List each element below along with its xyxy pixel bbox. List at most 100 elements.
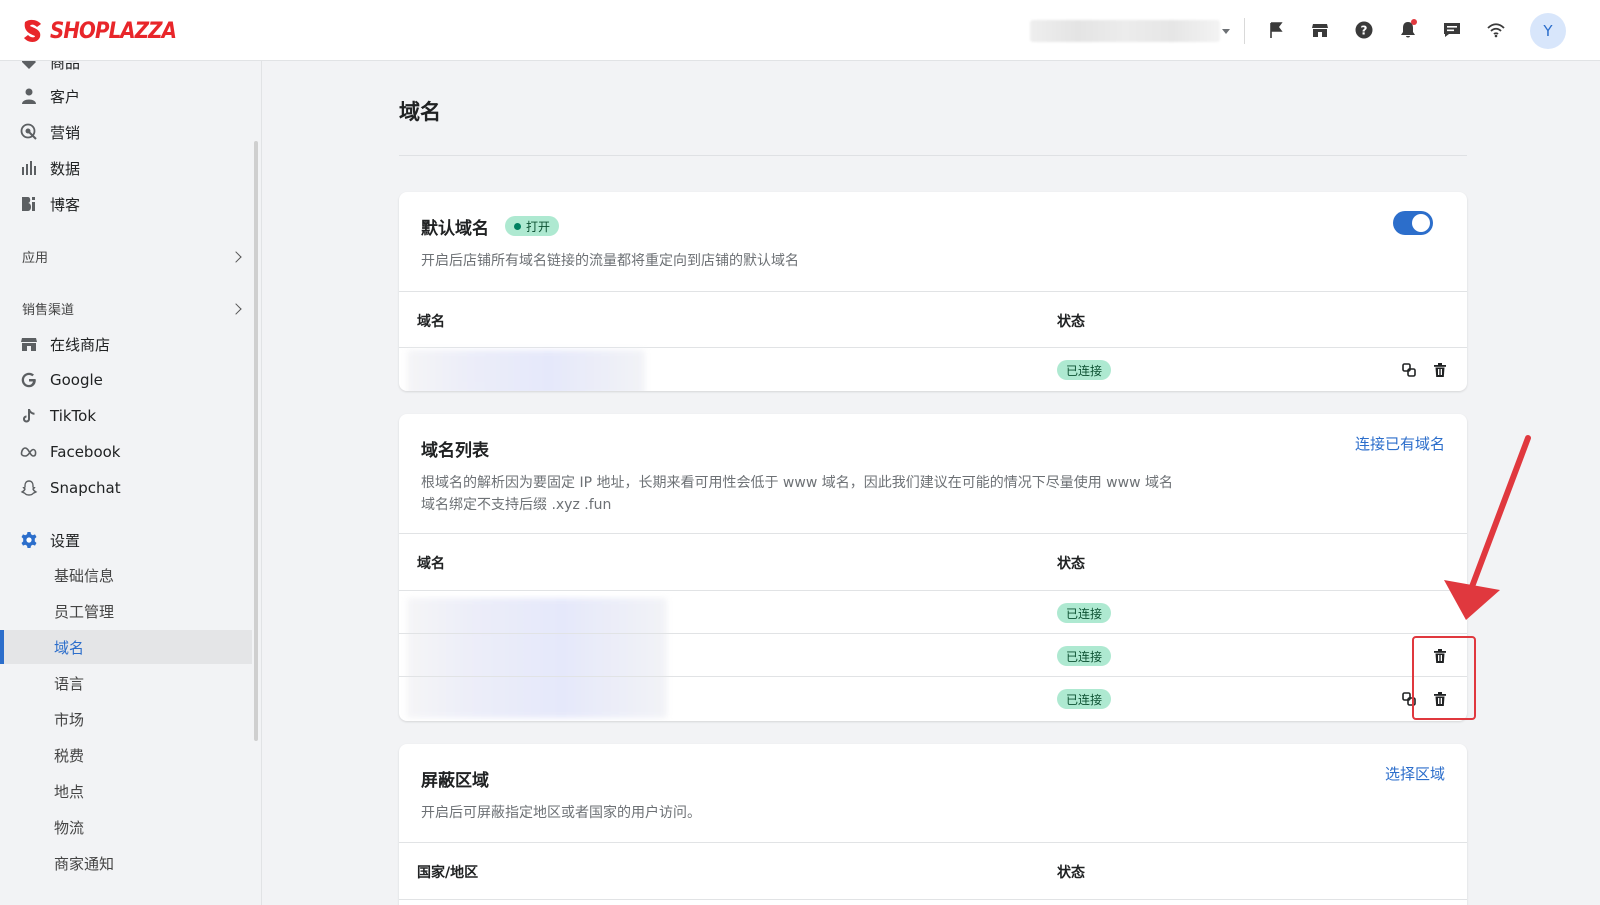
flag-icon[interactable]	[1260, 14, 1292, 46]
sidebar-subitem-locations[interactable]: 地点	[0, 774, 252, 808]
column-header-region: 国家/地区	[417, 865, 479, 881]
store-selector[interactable]	[1030, 18, 1230, 44]
sidebar-item-snapchat[interactable]: Snapchat	[20, 475, 121, 501]
sidebar-item-label: 地点	[54, 782, 85, 801]
sidebar-subitem-basic-info[interactable]: 基础信息	[0, 558, 252, 592]
store-name-redacted	[1030, 20, 1220, 42]
sidebar-item-label: 客户	[50, 87, 81, 106]
card-description-line1: 根域名的解析因为要固定 IP 地址，长期来看可用性会低于 www 域名，因此我们…	[421, 475, 1173, 491]
sidebar: 商品 客户 营销 数据 博客 应用 销售渠道 在线商店 Google TikTo…	[0, 61, 262, 905]
column-header-status: 状态	[1057, 865, 1085, 881]
sidebar-subitem-languages[interactable]: 语言	[0, 666, 252, 700]
sidebar-item-tiktok[interactable]: TikTok	[20, 403, 96, 429]
divider	[1244, 18, 1245, 44]
sidebar-item-blog[interactable]: 博客	[20, 191, 80, 217]
tag-icon	[22, 61, 36, 69]
chevron-right-icon	[230, 302, 242, 315]
store-icon[interactable]	[1304, 14, 1336, 46]
divider	[399, 633, 1467, 634]
chat-icon[interactable]	[1436, 14, 1468, 46]
top-bar: SHOPLAZZA ? Y	[0, 0, 1600, 61]
top-actions: ?	[1260, 14, 1512, 46]
sidebar-item-google[interactable]: Google	[20, 367, 103, 393]
sidebar-item-settings[interactable]: 设置	[20, 527, 80, 553]
default-domain-toggle[interactable]	[1393, 211, 1433, 235]
divider	[399, 347, 1467, 348]
status-badge: 打开	[505, 216, 560, 236]
blocked-regions-card: 屏蔽区域 选择区域 开启后可屏蔽指定地区或者国家的用户访问。 国家/地区 状态	[399, 744, 1467, 905]
card-description-line2: 域名绑定不支持后缀 .xyz .fun	[421, 497, 612, 513]
wifi-icon[interactable]	[1480, 14, 1512, 46]
sidebar-subitem-taxes[interactable]: 税费	[0, 738, 252, 772]
sidebar-item-label: 市场	[54, 710, 85, 729]
status-badge: 已连接	[1057, 689, 1112, 709]
sidebar-item-customers[interactable]: 客户	[20, 83, 80, 109]
sidebar-item-analytics[interactable]: 数据	[20, 155, 80, 181]
sidebar-item-products[interactable]: 商品	[20, 61, 80, 75]
page-title: 域名	[399, 100, 441, 124]
target-icon	[20, 123, 37, 140]
sidebar-item-label: 商家通知	[54, 854, 115, 873]
chevron-right-icon	[230, 250, 242, 263]
shoplazza-logo[interactable]: SHOPLAZZA	[22, 16, 190, 46]
help-icon[interactable]: ?	[1348, 14, 1380, 46]
meta-icon	[20, 447, 37, 457]
store-icon	[21, 338, 37, 351]
logo-text: SHOPLAZZA	[50, 18, 177, 44]
sidebar-item-label: 员工管理	[54, 602, 115, 621]
column-header-status: 状态	[1057, 556, 1085, 572]
sidebar-item-label: 营销	[50, 123, 81, 142]
ghost-icon	[20, 480, 38, 496]
domain-list-card: 域名列表 连接已有域名 根域名的解析因为要固定 IP 地址，长期来看可用性会低于…	[399, 414, 1467, 721]
active-indicator	[0, 630, 4, 664]
sidebar-item-label: 物流	[54, 818, 85, 837]
sidebar-subitem-shipping[interactable]: 物流	[0, 810, 252, 844]
column-header-domain: 域名	[417, 314, 445, 330]
divider	[399, 533, 1467, 534]
sidebar-item-online-store[interactable]: 在线商店	[20, 331, 110, 357]
card-title: 屏蔽区域	[421, 771, 489, 791]
divider	[399, 155, 1467, 156]
sidebar-subitem-domains[interactable]: 域名	[0, 630, 252, 664]
divider	[399, 291, 1467, 292]
trash-icon[interactable]	[1429, 359, 1451, 381]
default-domain-card: 默认域名 打开 开启后店铺所有域名链接的流量都将重定向到店铺的默认域名 域名 状…	[399, 192, 1467, 391]
bar-chart-icon	[22, 161, 36, 175]
sidebar-item-label: Google	[50, 371, 103, 389]
gear-icon	[21, 532, 37, 548]
sidebar-section-apps[interactable]: 应用	[22, 247, 244, 266]
sidebar-item-label: 博客	[50, 195, 81, 214]
sidebar-item-label: TikTok	[50, 407, 97, 425]
sidebar-scrollbar[interactable]	[254, 141, 258, 741]
sidebar-item-facebook[interactable]: Facebook	[20, 439, 120, 465]
divider	[399, 899, 1467, 900]
domain-name-redacted	[407, 350, 645, 391]
sidebar-item-label: 数据	[50, 159, 81, 178]
sidebar-item-label: 设置	[50, 531, 81, 550]
person-icon	[22, 88, 36, 104]
select-region-link[interactable]: 选择区域	[1385, 763, 1445, 784]
sidebar-subitem-staff[interactable]: 员工管理	[0, 594, 252, 628]
column-header-domain: 域名	[417, 556, 445, 572]
divider	[399, 842, 1467, 843]
sidebar-subitem-markets[interactable]: 市场	[0, 702, 252, 736]
sidebar-section-channels[interactable]: 销售渠道	[22, 299, 244, 318]
avatar[interactable]: Y	[1530, 13, 1566, 49]
google-icon	[21, 372, 36, 388]
status-badge: 已连接	[1057, 646, 1112, 666]
sidebar-item-label: Facebook	[50, 443, 121, 461]
card-title: 默认域名	[421, 219, 489, 239]
card-title: 域名列表	[421, 441, 489, 461]
status-dot	[514, 222, 521, 230]
copy-link-icon[interactable]	[1398, 359, 1420, 381]
section-label: 应用	[22, 251, 49, 266]
sidebar-item-label: 语言	[54, 674, 85, 693]
sidebar-subitem-notifications[interactable]: 商家通知	[0, 846, 252, 880]
status-badge: 已连接	[1057, 603, 1112, 623]
divider	[399, 676, 1467, 677]
card-description: 开启后可屏蔽指定地区或者国家的用户访问。	[421, 805, 701, 821]
bell-icon[interactable]	[1392, 14, 1424, 46]
sidebar-item-marketing[interactable]: 营销	[20, 119, 80, 145]
tiktok-icon	[23, 409, 35, 423]
divider	[399, 590, 1467, 591]
